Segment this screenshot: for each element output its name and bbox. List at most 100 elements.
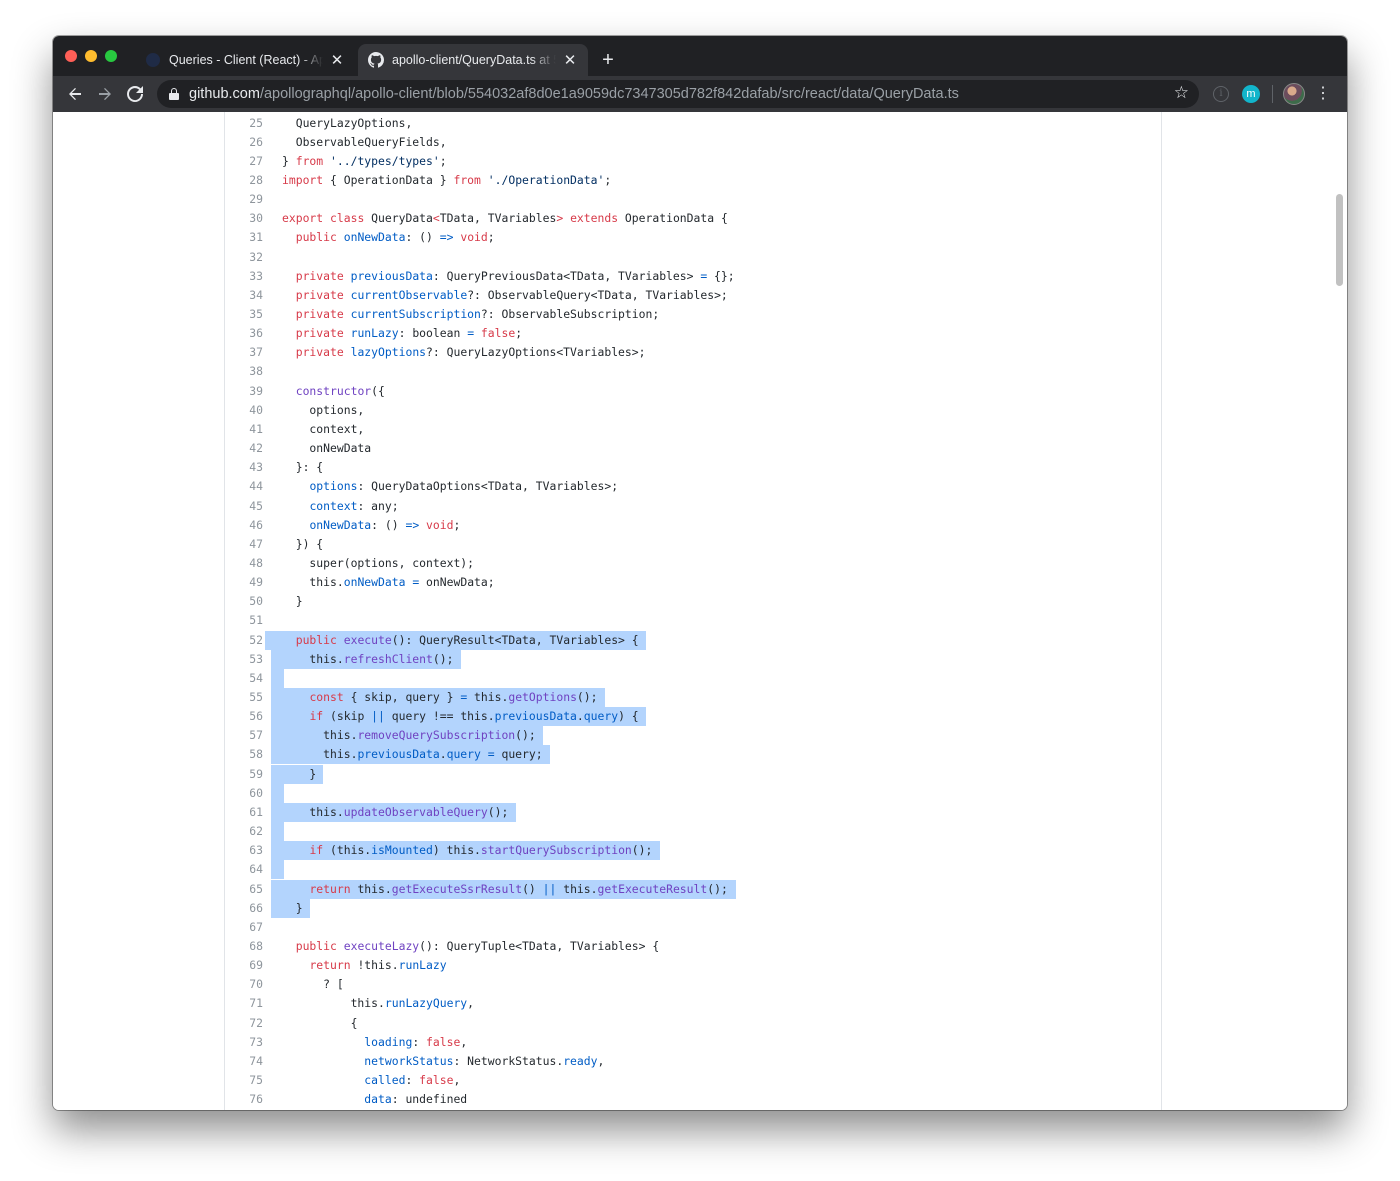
code-text: super(options, context); xyxy=(282,555,475,570)
scrollbar-thumb[interactable] xyxy=(1336,194,1343,286)
line-number[interactable]: 33 xyxy=(225,267,263,286)
code-text: data: undefined xyxy=(364,1092,468,1107)
line-number[interactable]: 52 xyxy=(225,631,263,650)
line-number[interactable]: 35 xyxy=(225,305,263,324)
line-number[interactable]: 25 xyxy=(225,114,263,133)
star-icon[interactable]: ☆ xyxy=(1174,83,1189,103)
url-host: github.com xyxy=(189,86,260,102)
line-number[interactable]: 54 xyxy=(225,669,263,688)
line-number[interactable]: 73 xyxy=(225,1033,263,1052)
line-number[interactable]: 49 xyxy=(225,573,263,592)
code-text: }: { xyxy=(282,460,324,475)
line-number[interactable]: 43 xyxy=(225,458,263,477)
code-line: 25 QueryLazyOptions, xyxy=(225,114,1125,133)
url-text[interactable]: github.com/apollographql/apollo-client/b… xyxy=(189,86,959,102)
code-line: 69 return !this.runLazy xyxy=(225,956,1125,975)
address-bar[interactable]: github.com/apollographql/apollo-client/b… xyxy=(157,80,1199,108)
kebab-menu-icon[interactable]: ⋮ xyxy=(1315,83,1331,103)
line-number[interactable]: 34 xyxy=(225,286,263,305)
code-text: this.removeQuerySubscription(); xyxy=(282,728,536,743)
line-number[interactable]: 64 xyxy=(225,860,263,879)
line-number[interactable]: 56 xyxy=(225,707,263,726)
tab-github-querydata[interactable]: apollo-client/QueryData.ts at 554032af8d… xyxy=(358,44,588,76)
line-number[interactable]: 30 xyxy=(225,209,263,228)
code-text: public execute(): QueryResult<TData, TVa… xyxy=(295,632,639,647)
line-number[interactable]: 57 xyxy=(225,726,263,745)
code-text: this.runLazyQuery, xyxy=(282,996,475,1011)
avatar[interactable] xyxy=(1283,83,1305,105)
line-number[interactable]: 71 xyxy=(225,994,263,1013)
line-number[interactable]: 55 xyxy=(225,688,263,707)
line-number[interactable]: 53 xyxy=(225,650,263,669)
line-number[interactable]: 41 xyxy=(225,420,263,439)
code-line: 34 private currentObservable?: Observabl… xyxy=(225,286,1125,305)
zoom-window-button[interactable] xyxy=(105,50,117,62)
line-number[interactable]: 40 xyxy=(225,401,263,420)
code-text: private runLazy: boolean = false; xyxy=(295,326,523,341)
code-line: 48 super(options, context); xyxy=(225,554,1125,573)
line-number[interactable]: 39 xyxy=(225,382,263,401)
line-number[interactable]: 46 xyxy=(225,516,263,535)
info-icon[interactable]: i xyxy=(1213,86,1229,102)
new-tab-button[interactable]: + xyxy=(598,48,618,72)
code-line: 72 { xyxy=(225,1014,1125,1033)
arrow-right-icon[interactable] xyxy=(93,82,117,106)
lock-icon[interactable] xyxy=(169,88,179,100)
line-number[interactable]: 37 xyxy=(225,343,263,362)
line-number[interactable]: 27 xyxy=(225,152,263,171)
line-number[interactable]: 61 xyxy=(225,803,263,822)
line-number[interactable]: 31 xyxy=(225,228,263,247)
line-number[interactable]: 68 xyxy=(225,937,263,956)
line-number[interactable]: 38 xyxy=(225,362,263,381)
code-text: if (this.isMounted) this.startQuerySubsc… xyxy=(309,843,653,858)
line-number[interactable]: 28 xyxy=(225,171,263,190)
line-number[interactable]: 36 xyxy=(225,324,263,343)
line-number[interactable]: 63 xyxy=(225,841,263,860)
line-number[interactable]: 75 xyxy=(225,1071,263,1090)
code-text: ObservableQueryFields, xyxy=(282,134,447,149)
arrow-left-icon[interactable] xyxy=(63,82,87,106)
line-number[interactable]: 66 xyxy=(225,899,263,918)
code-line: 39 constructor({ xyxy=(225,382,1125,401)
line-number[interactable]: 72 xyxy=(225,1014,263,1033)
tab-close-icon[interactable]: ✕ xyxy=(329,51,345,69)
line-number[interactable]: 62 xyxy=(225,822,263,841)
code-text: networkStatus: NetworkStatus.ready, xyxy=(364,1053,605,1068)
line-number[interactable]: 29 xyxy=(225,190,263,209)
tab-close-icon[interactable]: ✕ xyxy=(562,51,578,69)
line-number[interactable]: 48 xyxy=(225,554,263,573)
github-favicon-icon xyxy=(368,52,384,68)
code-line: 75 called: false, xyxy=(225,1071,1125,1090)
code-text: QueryLazyOptions, xyxy=(282,115,413,130)
line-number[interactable]: 70 xyxy=(225,975,263,994)
selection-highlight xyxy=(271,822,284,842)
line-number[interactable]: 58 xyxy=(225,745,263,764)
extension-icon[interactable]: m xyxy=(1242,85,1260,103)
line-number[interactable]: 67 xyxy=(225,918,263,937)
tab-apollo-docs[interactable]: Queries - Client (React) - Apollo ✕ xyxy=(135,44,355,76)
code-line: 57 this.removeQuerySubscription(); xyxy=(225,726,1125,746)
line-number[interactable]: 51 xyxy=(225,611,263,630)
line-number[interactable]: 42 xyxy=(225,439,263,458)
code-text: return this.getExecuteSsrResult() || thi… xyxy=(309,881,728,896)
code-text: } xyxy=(282,766,317,781)
code-line: 54 xyxy=(225,668,1125,688)
line-number[interactable]: 47 xyxy=(225,535,263,554)
code-line: 35 private currentSubscription?: Observa… xyxy=(225,305,1125,324)
line-number[interactable]: 50 xyxy=(225,592,263,611)
code-line: 50 } xyxy=(225,592,1125,611)
line-number[interactable]: 74 xyxy=(225,1052,263,1071)
line-number[interactable]: 76 xyxy=(225,1090,263,1109)
minimize-window-button[interactable] xyxy=(85,50,97,62)
line-number[interactable]: 65 xyxy=(225,880,263,899)
line-number[interactable]: 32 xyxy=(225,248,263,267)
line-number[interactable]: 60 xyxy=(225,784,263,803)
line-number[interactable]: 45 xyxy=(225,497,263,516)
reload-icon[interactable] xyxy=(123,82,147,106)
close-window-button[interactable] xyxy=(65,50,77,62)
line-number[interactable]: 26 xyxy=(225,133,263,152)
line-number[interactable]: 69 xyxy=(225,956,263,975)
line-number[interactable]: 59 xyxy=(225,765,263,784)
code-text: private previousData: QueryPreviousData<… xyxy=(295,268,735,283)
line-number[interactable]: 44 xyxy=(225,477,263,496)
